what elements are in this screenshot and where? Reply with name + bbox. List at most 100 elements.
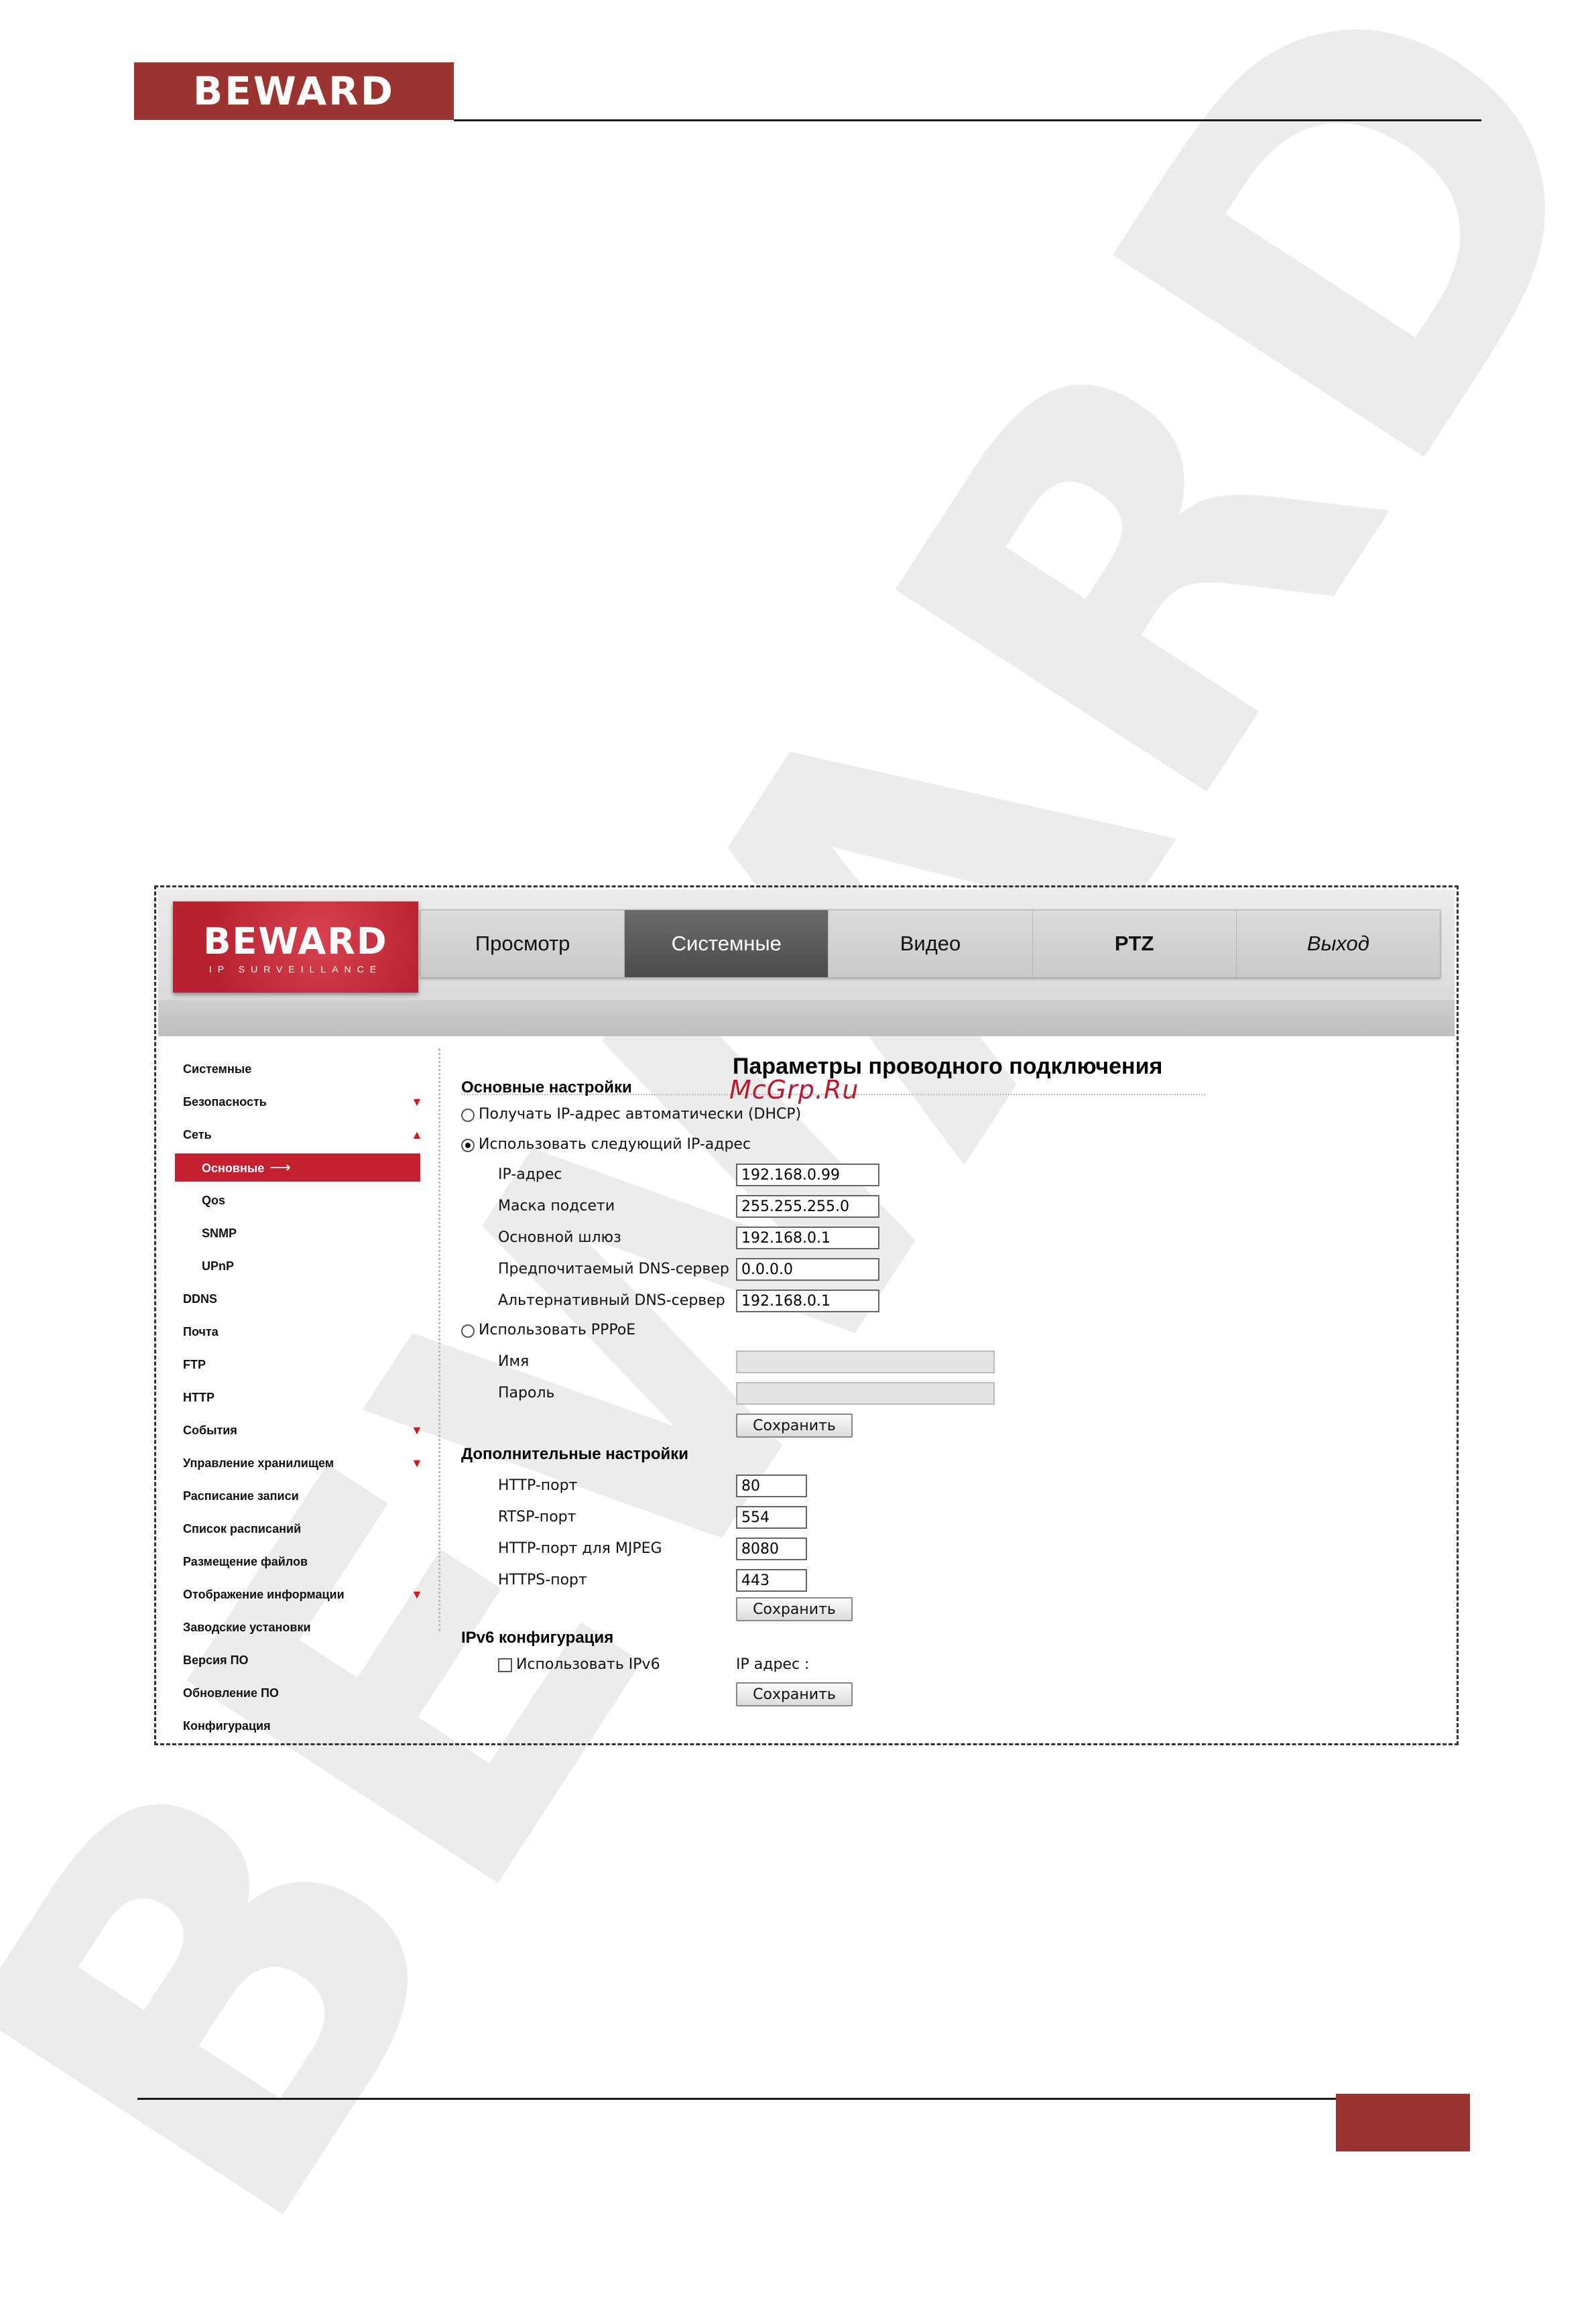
sidebar-item-label: DDNS: [183, 1292, 218, 1306]
basic-settings-title: Основные настройки: [461, 1078, 632, 1096]
http-port-label: HTTP-порт: [498, 1477, 578, 1494]
tab-system[interactable]: Системные: [625, 910, 829, 977]
arrow-right-icon: ⟶: [269, 1159, 291, 1176]
sidebar-item-qos[interactable]: Qos: [175, 1186, 423, 1214]
expand-down-icon[interactable]: ▼: [411, 1416, 423, 1444]
rtsp-port-label: RTSP-порт: [498, 1509, 576, 1525]
overlay-watermark-text: McGrp.Ru: [729, 1075, 859, 1105]
https-port-input[interactable]: [736, 1569, 807, 1592]
ipv6-title: IPv6 конфигурация: [461, 1629, 614, 1647]
sidebar-item-label: Управление хранилищем: [183, 1456, 334, 1470]
pppoe-username-label: Имя: [498, 1353, 530, 1370]
sidebar-item-firmware-version[interactable]: Версия ПО: [175, 1646, 423, 1674]
expand-down-icon[interactable]: ▼: [411, 1449, 423, 1477]
doc-header-rule: [454, 119, 1481, 121]
basic-save-button[interactable]: Сохранить: [736, 1414, 853, 1438]
sidebar-separator: [438, 1048, 440, 1631]
https-port-label: HTTPS-порт: [498, 1572, 587, 1588]
http-port-input[interactable]: [736, 1475, 807, 1497]
sidebar-item-label: Размещение файлов: [183, 1555, 308, 1568]
sidebar-item-label: Обновление ПО: [183, 1686, 279, 1700]
doc-footer-rule: [137, 2098, 1336, 2100]
pppoe-password-label: Пароль: [498, 1385, 555, 1401]
sidebar-item-label: Заводские установки: [183, 1621, 311, 1634]
sidebar-item-label: Безопасность: [183, 1095, 267, 1109]
ipv6-save-button[interactable]: Сохранить: [736, 1682, 853, 1706]
sidebar-item-ddns[interactable]: DDNS: [175, 1285, 423, 1313]
sidebar-item-label: Отображение информации: [183, 1588, 345, 1601]
alternate-dns-input[interactable]: [736, 1290, 879, 1312]
app-header: BEWARD IP SURVEILLANCE Просмотр Системны…: [158, 889, 1455, 1036]
primary-dns-label: Предпочитаемый DNS-сервер: [498, 1261, 729, 1277]
main-content: Параметры проводного подключения McGrp.R…: [461, 1040, 1440, 1737]
pppoe-username-input[interactable]: [736, 1351, 995, 1373]
sidebar-item-ftp[interactable]: FTP: [175, 1351, 423, 1379]
sidebar-item-info-display[interactable]: Отображение информации ▼: [175, 1580, 423, 1609]
dhcp-radio[interactable]: [461, 1109, 475, 1122]
sidebar-item-label: Основные: [202, 1162, 265, 1175]
sidebar-item-storage[interactable]: Управление хранилищем ▼: [175, 1449, 423, 1477]
sidebar-item-mail[interactable]: Почта: [175, 1318, 423, 1346]
expand-down-icon[interactable]: ▼: [411, 1088, 423, 1116]
sidebar-item-events[interactable]: События ▼: [175, 1416, 423, 1444]
sidebar-item-label: Версия ПО: [183, 1653, 249, 1667]
doc-footer-box: [1336, 2094, 1470, 2151]
sidebar-item-label: Конфигурация: [183, 1719, 271, 1733]
tab-exit[interactable]: Выход: [1237, 910, 1440, 977]
top-nav: Просмотр Системные Видео PTZ Выход: [420, 910, 1440, 978]
gateway-label: Основной шлюз: [498, 1229, 621, 1246]
sidebar-item-system[interactable]: Системные: [175, 1055, 423, 1083]
pppoe-label: Использовать PPPoE: [479, 1322, 636, 1338]
static-ip-label: Использовать следующий IP-адрес: [479, 1136, 751, 1153]
sidebar-item-configuration[interactable]: Конфигурация: [175, 1712, 423, 1740]
sidebar-item-firmware-update[interactable]: Обновление ПО: [175, 1679, 423, 1707]
sidebar-item-label: События: [183, 1424, 237, 1437]
sidebar-item-schedule-list[interactable]: Список расписаний: [175, 1515, 423, 1543]
sidebar-item-label: SNMP: [202, 1227, 237, 1240]
sidebar-item-label: UPnP: [202, 1259, 235, 1273]
mjpeg-port-input[interactable]: [736, 1538, 807, 1560]
collapse-up-icon[interactable]: ▲: [411, 1121, 423, 1149]
pppoe-password-input[interactable]: [736, 1382, 995, 1405]
advanced-save-button[interactable]: Сохранить: [736, 1597, 853, 1621]
doc-header-logo: BEWARD: [134, 62, 454, 120]
dhcp-label: Получать IP-адрес автоматически (DHCP): [479, 1106, 802, 1123]
sidebar-item-snmp[interactable]: SNMP: [175, 1219, 423, 1247]
ipv6-address-label: IP адрес :: [736, 1656, 810, 1673]
expand-down-icon[interactable]: ▼: [411, 1580, 423, 1609]
ip-address-label: IP-адрес: [498, 1166, 562, 1183]
app-logo-text: BEWARD: [203, 920, 388, 962]
screenshot-frame: BEWARD IP SURVEILLANCE Просмотр Системны…: [154, 885, 1459, 1745]
subnet-mask-input[interactable]: [736, 1195, 879, 1218]
sidebar-item-label: HTTP: [183, 1391, 214, 1404]
ipv6-checkbox[interactable]: [498, 1658, 512, 1672]
sidebar-item-record-schedule[interactable]: Расписание записи: [175, 1482, 423, 1510]
sidebar-item-label: Системные: [183, 1062, 252, 1076]
doc-logo-text: BEWARD: [193, 68, 395, 114]
ip-address-input[interactable]: [736, 1164, 879, 1186]
tab-ptz[interactable]: PTZ: [1033, 910, 1237, 977]
pppoe-radio[interactable]: [461, 1324, 475, 1338]
sidebar-item-http[interactable]: HTTP: [175, 1383, 423, 1412]
sidebar-item-basic[interactable]: Основные ⟶: [175, 1153, 420, 1182]
sidebar-item-network[interactable]: Сеть ▲: [175, 1121, 423, 1149]
sidebar: Системные Безопасность ▼ Сеть ▲ Основные ⟶ …: [173, 1048, 441, 1739]
mjpeg-port-label: HTTP-порт для MJPEG: [498, 1540, 662, 1557]
sidebar-item-file-location[interactable]: Размещение файлов: [175, 1548, 423, 1576]
advanced-settings-title: Дополнительные настройки: [461, 1445, 688, 1463]
sidebar-item-label: Список расписаний: [183, 1522, 302, 1535]
sidebar-item-label: FTP: [183, 1358, 206, 1371]
alternate-dns-label: Альтернативный DNS-сервер: [498, 1292, 725, 1309]
sidebar-item-factory-reset[interactable]: Заводские установки: [175, 1613, 423, 1641]
rtsp-port-input[interactable]: [736, 1506, 807, 1529]
gateway-input[interactable]: [736, 1227, 879, 1249]
primary-dns-input[interactable]: [736, 1258, 879, 1281]
tab-video[interactable]: Видео: [828, 910, 1033, 977]
app-logo-subtitle: IP SURVEILLANCE: [208, 963, 383, 975]
sidebar-item-upnp[interactable]: UPnP: [175, 1252, 423, 1280]
sidebar-item-security[interactable]: Безопасность ▼: [175, 1088, 423, 1116]
tab-view[interactable]: Просмотр: [421, 910, 625, 977]
static-ip-radio[interactable]: [461, 1139, 475, 1152]
sidebar-item-label: Почта: [183, 1325, 219, 1338]
app-logo: BEWARD IP SURVEILLANCE: [173, 901, 418, 993]
